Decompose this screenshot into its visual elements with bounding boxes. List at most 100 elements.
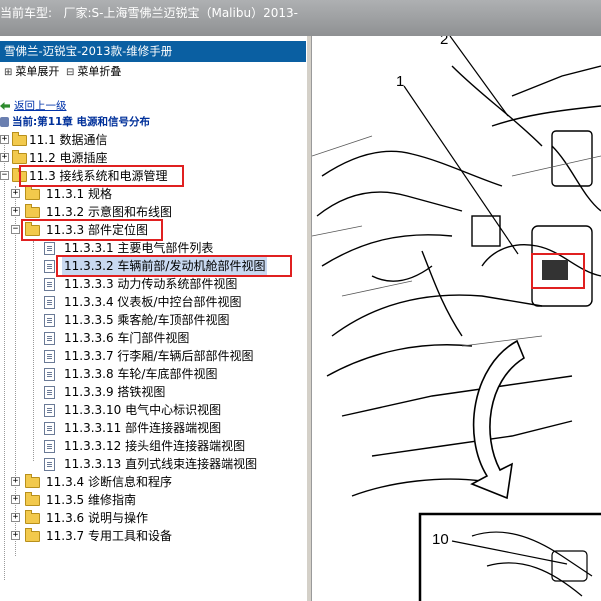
current-chapter: 当前:第11章 电源和信号分布: [0, 114, 150, 129]
tree-item-11-3-3-3[interactable]: 11.3.3.3 动力传动系统部件视图: [0, 275, 300, 293]
expand-menu-button[interactable]: ⊞ 菜单展开: [4, 62, 59, 83]
diagram-line: [451, 65, 543, 147]
book-icon: [0, 117, 9, 127]
folder-icon: [25, 204, 40, 218]
document-icon: [44, 296, 55, 309]
tree-item-11-3-3-12[interactable]: 11.3.3.12 接头组件连接器端视图: [0, 437, 300, 455]
tree-item-11-3-7[interactable]: + 11.3.7 专用工具和设备: [0, 527, 300, 545]
folder-icon: [25, 510, 40, 524]
tree-item-11-1[interactable]: + 11.1 数据通信: [0, 131, 300, 149]
tree-item-label: 11.3.3.12 接头组件连接器端视图: [64, 439, 246, 453]
tree-item-label: 11.3.5 维修指南: [46, 493, 136, 507]
folder-icon: [25, 528, 40, 542]
highlight-box-11-3-3-2: [56, 255, 292, 277]
callout-10: 10: [432, 531, 449, 548]
expand-plus-icon[interactable]: +: [0, 135, 9, 144]
diagram-line: [351, 478, 483, 497]
inset-detail-box: [418, 512, 601, 601]
document-icon: [44, 350, 55, 363]
tree-item-11-3-3-11[interactable]: 11.3.3.11 部件连接器端视图: [0, 419, 300, 437]
highlight-box-11-3-3: [21, 219, 163, 241]
expand-plus-icon[interactable]: +: [11, 477, 20, 486]
expand-plus-icon[interactable]: +: [11, 513, 20, 522]
tree-item-11-3-3-6[interactable]: 11.3.3.6 车门部件视图: [0, 329, 300, 347]
folder-icon: [25, 474, 40, 488]
diagram-view: 1 2 10: [312, 36, 601, 601]
tree-item-label: 11.3.1 规格: [46, 187, 112, 201]
tree-item-label: 11.3.3.7 行李厢/车辆后部部件视图: [64, 349, 254, 363]
expand-plus-icon[interactable]: +: [0, 153, 9, 162]
document-icon: [44, 458, 55, 471]
document-icon: [44, 404, 55, 417]
folder-icon: [25, 492, 40, 506]
collapse-menu-button[interactable]: ⊟ 菜单折叠: [66, 62, 121, 83]
tree-item-label: 11.3.3.4 仪表板/中控台部件视图: [64, 295, 242, 309]
document-icon: [44, 242, 55, 255]
diagram-line: [341, 375, 573, 417]
collapse-minus-icon[interactable]: −: [11, 225, 20, 234]
back-link-label: 返回上一级: [14, 100, 67, 112]
tree-item-11-3-3-5[interactable]: 11.3.3.5 乘客舱/车顶部件视图: [0, 311, 300, 329]
expand-plus-icon[interactable]: +: [11, 207, 20, 216]
tree-item-11-3-3-7[interactable]: 11.3.3.7 行李厢/车辆后部部件视图: [0, 347, 300, 365]
collapse-minus-icon[interactable]: −: [0, 171, 9, 180]
diagram-line: [371, 420, 573, 457]
expand-plus-icon[interactable]: +: [11, 531, 20, 540]
tree-item-label: 11.3.3.3 动力传动系统部件视图: [64, 277, 238, 291]
tree-item-11-3-3-8[interactable]: 11.3.3.8 车轮/车底部件视图: [0, 365, 300, 383]
tree-item-11-3-3-10[interactable]: 11.3.3.10 电气中心标识视图: [0, 401, 300, 419]
folder-icon: [12, 150, 27, 164]
tree-item-label: 11.3.3.6 车门部件视图: [64, 331, 190, 345]
callout-2: 2: [440, 36, 448, 48]
expand-plus-icon[interactable]: +: [11, 189, 20, 198]
collapse-menu-label: 菜单折叠: [77, 65, 122, 78]
tree-item-11-3-4[interactable]: + 11.3.4 诊断信息和程序: [0, 473, 300, 491]
tree-item-11-3-6[interactable]: + 11.3.6 说明与操作: [0, 509, 300, 527]
tree-item-label: 11.3.3.9 搭铁视图: [64, 385, 166, 399]
document-icon: [44, 368, 55, 381]
diagram-line: [421, 250, 463, 337]
tree-item-label: 11.3.3.11 部件连接器端视图: [64, 421, 222, 435]
tree-item-11-3-3-13[interactable]: 11.3.3.13 直列式线束连接器端视图: [0, 455, 300, 473]
tree-item-label: 11.3.3.10 电气中心标识视图: [64, 403, 222, 417]
collapse-icon: ⊟: [66, 67, 75, 78]
window-titlebar: 当前车型: 厂家:S-上海雪佛兰迈锐宝（Malibu）2013-: [0, 0, 601, 37]
diagram-line: [551, 145, 601, 212]
diagram-line: [371, 265, 433, 282]
back-arrow-icon: [0, 102, 10, 110]
callout-1: 1: [396, 73, 404, 90]
current-chapter-label: 当前:第11章 电源和信号分布: [12, 116, 150, 128]
document-icon: [44, 422, 55, 435]
document-icon: [44, 278, 55, 291]
engine-compartment-diagram: 1 2 10: [312, 36, 601, 601]
back-link[interactable]: 返回上一级: [0, 98, 67, 113]
diagram-hatch: [312, 135, 601, 347]
tree-item-11-3-5[interactable]: + 11.3.5 维修指南: [0, 491, 300, 509]
diagram-line: [321, 234, 453, 267]
curved-arrow-icon: [470, 339, 525, 500]
tree-item-label: 11.3.4 诊断信息和程序: [46, 475, 172, 489]
navigation-pane: 雪佛兰-迈锐宝-2013款-维修手册 ⊞ 菜单展开 ⊟ 菜单折叠 返回上一级 当前:…: [0, 36, 308, 601]
tree-item-label: 11.3.7 专用工具和设备: [46, 529, 172, 543]
callout-leader-1: [403, 85, 519, 255]
document-icon: [44, 332, 55, 345]
document-icon: [44, 314, 55, 327]
diagram-line: [511, 65, 601, 97]
tree-item-11-3-3-9[interactable]: 11.3.3.9 搭铁视图: [0, 383, 300, 401]
tree-item-11-3-1[interactable]: + 11.3.1 规格: [0, 185, 300, 203]
callout-leader-2: [449, 36, 509, 117]
tree-item-label: 11.3.3.5 乘客舱/车顶部件视图: [64, 313, 230, 327]
tree-item-label: 11.3.6 说明与操作: [46, 511, 148, 525]
folder-icon: [25, 186, 40, 200]
diagram-component: [551, 130, 593, 187]
folder-icon: [12, 132, 27, 146]
document-icon: [44, 260, 55, 273]
tree-item-label: 11.3.3.8 车轮/车底部件视图: [64, 367, 218, 381]
expand-menu-label: 菜单展开: [15, 65, 60, 78]
diagram-line: [316, 191, 463, 217]
document-icon: [44, 386, 55, 399]
expand-plus-icon[interactable]: +: [11, 495, 20, 504]
diagram-line: [321, 150, 503, 187]
document-icon: [44, 440, 55, 453]
tree-item-11-3-3-4[interactable]: 11.3.3.4 仪表板/中控台部件视图: [0, 293, 300, 311]
